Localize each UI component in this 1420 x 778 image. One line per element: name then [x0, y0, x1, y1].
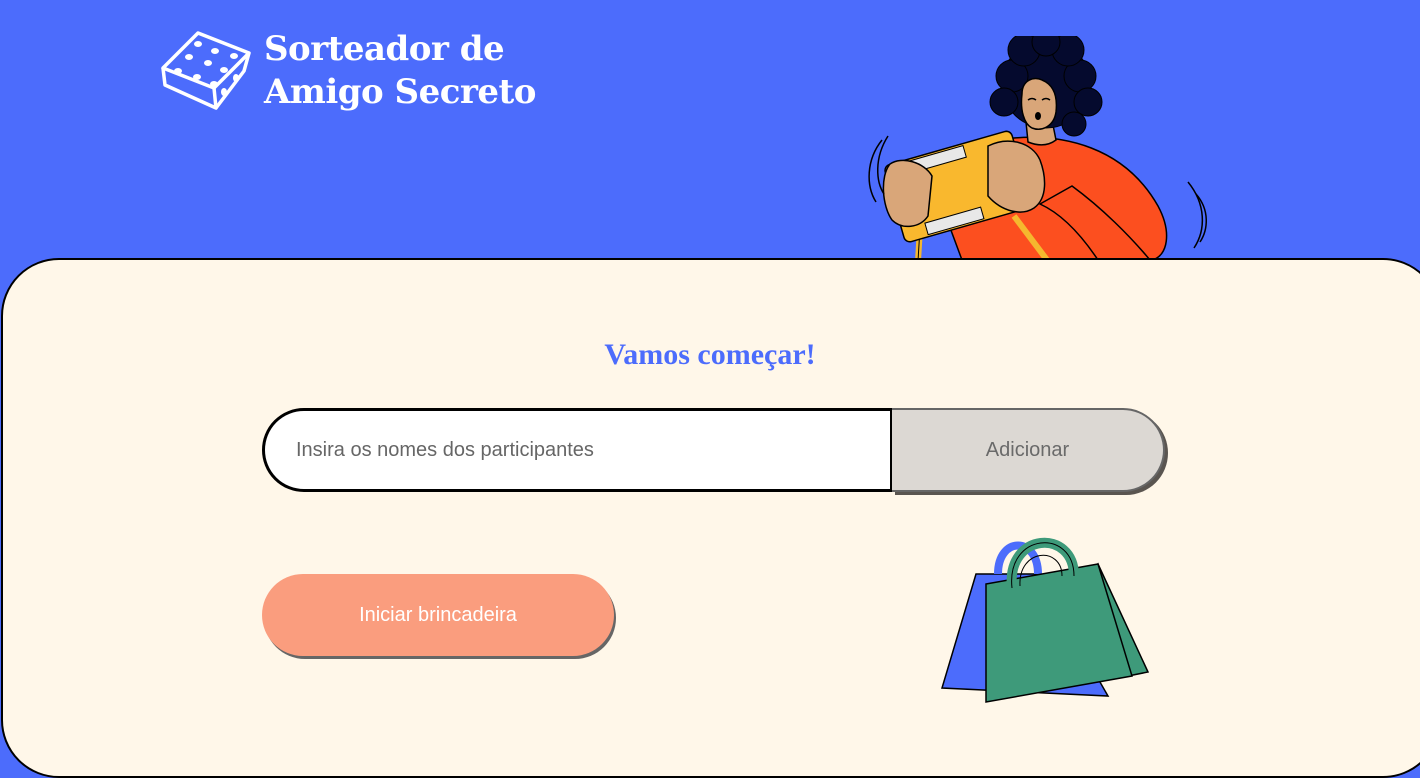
- shopping-bags-illustration: [941, 537, 1150, 703]
- participant-input-row: Adicionar: [262, 408, 1165, 492]
- start-game-button[interactable]: Iniciar brincadeira: [262, 574, 614, 656]
- app-title: Sorteador de Amigo Secreto: [264, 28, 536, 114]
- app-title-line1: Sorteador de: [264, 29, 505, 69]
- page-heading: Vamos começar!: [604, 338, 816, 371]
- girl-playing-game-illustration: [868, 36, 1207, 294]
- logo: Sorteador de Amigo Secreto: [160, 28, 536, 114]
- content-card: [1, 258, 1420, 778]
- app-title-line2: Amigo Secreto: [264, 72, 536, 112]
- add-participant-button[interactable]: Adicionar: [892, 408, 1165, 492]
- participant-name-input[interactable]: [262, 408, 893, 492]
- header: Sorteador de Amigo Secreto: [0, 0, 1420, 300]
- dice-icon: [161, 31, 251, 110]
